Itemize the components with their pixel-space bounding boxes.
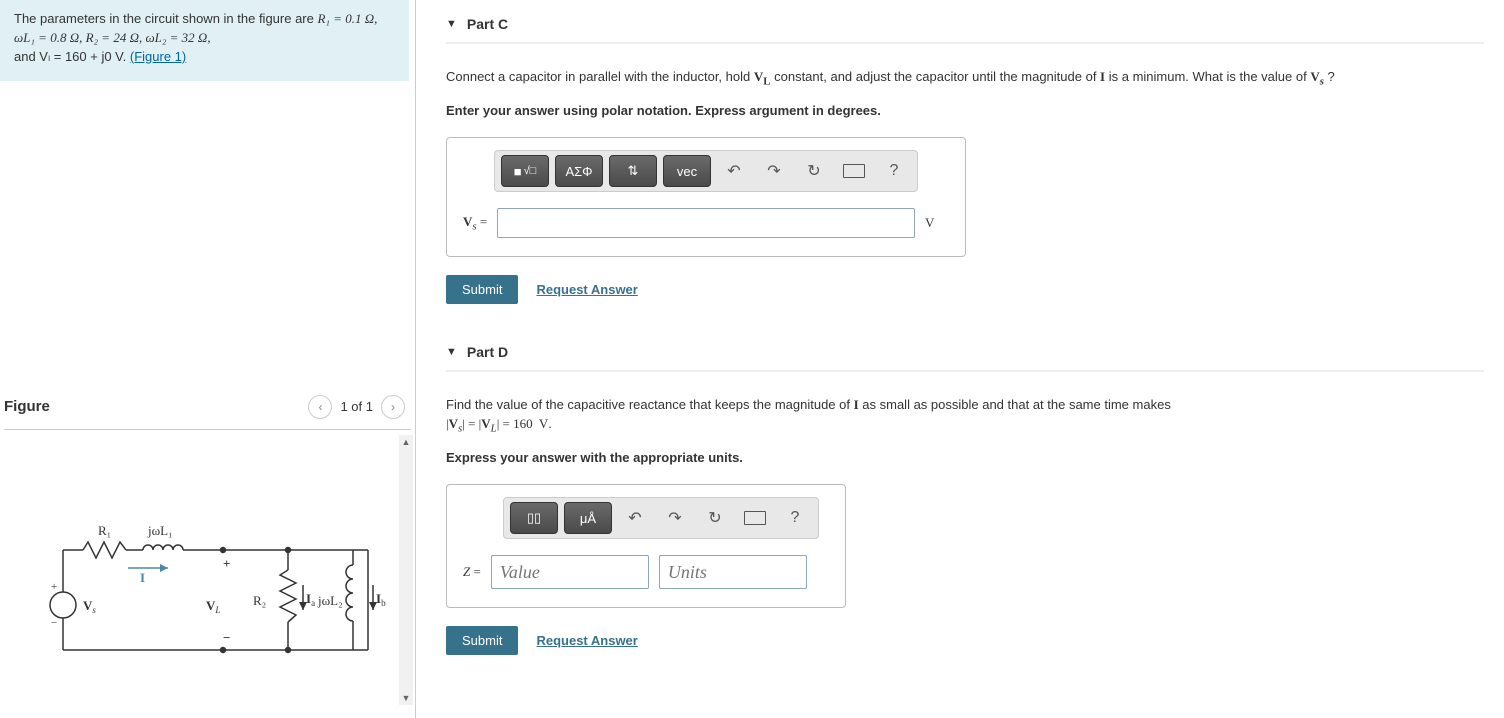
svg-text:jωL₂: jωL₂ [317,593,343,608]
svg-text:VL: VL [206,598,220,615]
part-d-instruction: Express your answer with the appropriate… [446,449,1484,468]
reset-button[interactable]: ↻ [698,503,732,533]
part-c-prompt: Connect a capacitor in parallel with the… [446,68,1484,90]
part-c-answer-box: ■√□ ΑΣΦ ⇅ vec ↶ ↷ ↻ ? Vs = V [446,137,966,257]
keyboard-button[interactable] [837,156,871,186]
svg-text:I: I [140,570,145,585]
problem-cont: and Vₗ = 160 + j0 V. (Figure 1) [14,49,186,64]
scroll-down-icon[interactable]: ▼ [399,691,413,705]
part-c-submit-button[interactable]: Submit [446,275,518,304]
part-c-title: Part C [467,16,508,32]
figure-counter: 1 of 1 [340,399,373,414]
problem-statement: The parameters in the circuit shown in t… [0,0,409,81]
undo-button[interactable]: ↶ [618,503,652,533]
svg-text:−: − [51,617,57,629]
keyboard-button[interactable] [738,503,772,533]
part-c-instruction: Enter your answer using polar notation. … [446,102,1484,121]
caret-down-icon: ▼ [446,346,457,358]
figure-scrollbar[interactable]: ▲ ▼ [399,435,413,705]
keyboard-icon [744,511,766,525]
part-c-request-answer-link[interactable]: Request Answer [536,282,637,297]
part-d-header[interactable]: ▼ Part D [446,332,1484,372]
svg-text:+: + [51,581,57,593]
svg-text:Ia: Ia [306,591,315,608]
part-c-toolbar: ■√□ ΑΣΦ ⇅ vec ↶ ↷ ↻ ? [494,150,918,192]
svg-text:+: + [223,556,230,571]
part-d-title: Part D [467,344,508,360]
svg-text:−: − [223,630,230,645]
part-c-unit: V [925,215,949,231]
problem-intro: The parameters in the circuit shown in t… [14,11,317,26]
figure-prev-button[interactable]: ‹ [308,395,332,419]
units-picker-button[interactable]: μÅ [564,502,612,534]
svg-text:jωL₁: jωL₁ [147,523,173,538]
part-d-value-input[interactable] [491,555,649,589]
part-d-var-label: Z = [463,564,481,580]
vector-button[interactable]: vec [663,155,711,187]
figure-link[interactable]: (Figure 1) [130,49,186,64]
svg-text:R₂: R₂ [253,593,266,608]
circuit-diagram: R₁ jωL₁ I + − + − Vs VL R₂ Ia jωL₂ Ib [28,510,388,670]
figure-next-button[interactable]: › [381,395,405,419]
svg-text:Ib: Ib [376,591,386,608]
part-d-prompt: Find the value of the capacitive reactan… [446,396,1484,437]
part-d-submit-button[interactable]: Submit [446,626,518,655]
part-d-answer-box: ▯▯ μÅ ↶ ↷ ↻ ? Z = [446,484,846,608]
greek-button[interactable]: ΑΣΦ [555,155,603,187]
reset-button[interactable]: ↻ [797,156,831,186]
part-c-header[interactable]: ▼ Part C [446,4,1484,44]
part-d-units-input[interactable] [659,555,807,589]
scroll-up-icon[interactable]: ▲ [399,435,413,449]
subscript-button[interactable]: ⇅ [609,155,657,187]
figure-title: Figure [4,398,50,415]
caret-down-icon: ▼ [446,18,457,30]
redo-button[interactable]: ↷ [658,503,692,533]
templates-button[interactable]: ▯▯ [510,502,558,534]
svg-text:R₁: R₁ [98,523,111,538]
part-c-input[interactable] [497,208,915,238]
keyboard-icon [843,164,865,178]
templates-button[interactable]: ■√□ [501,155,549,187]
undo-button[interactable]: ↶ [717,156,751,186]
svg-text:Vs: Vs [83,598,96,615]
help-button[interactable]: ? [877,156,911,186]
part-d-request-answer-link[interactable]: Request Answer [536,633,637,648]
help-button[interactable]: ? [778,503,812,533]
part-d-toolbar: ▯▯ μÅ ↶ ↷ ↻ ? [503,497,819,539]
redo-button[interactable]: ↷ [757,156,791,186]
part-c-var-label: Vs = [463,214,487,233]
